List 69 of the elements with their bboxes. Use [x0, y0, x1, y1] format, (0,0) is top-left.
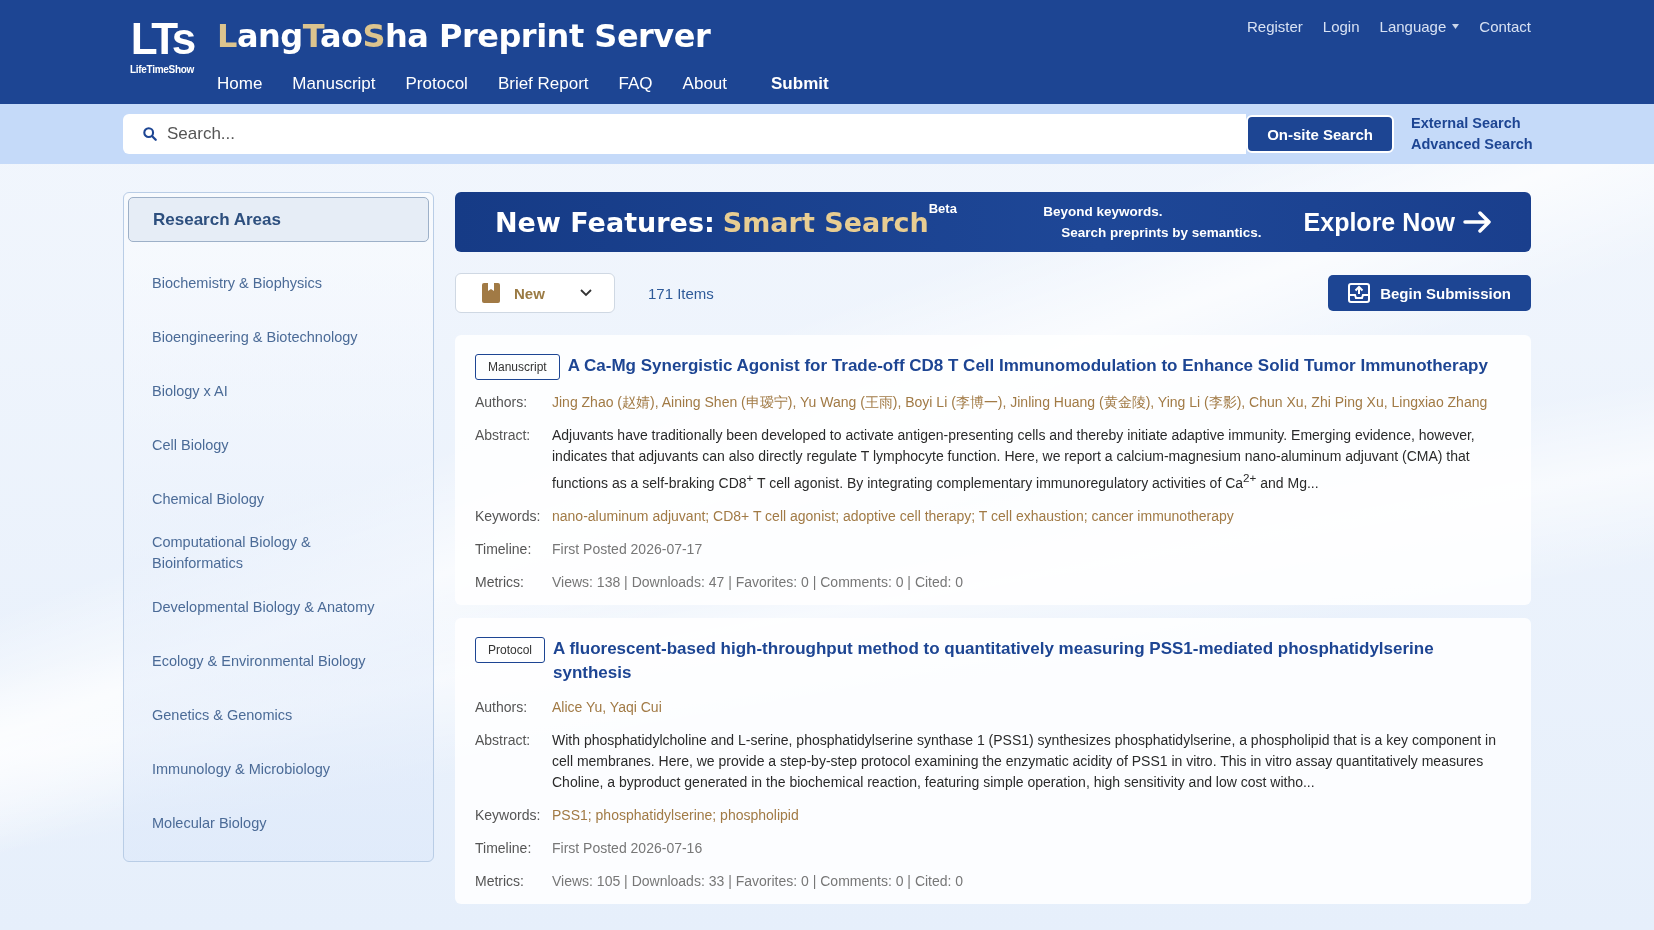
field-value: Views: 105 | Downloads: 33 | Favorites: 0 | Comments: 0 | Cited: 0: [552, 871, 965, 891]
nav-link[interactable]: Manuscript: [292, 74, 376, 94]
field-value: Adjuvants have traditionally been developed to activate antigen-presenting cells and thereby initiate adaptive immunity. Emerging evidence, however, indicates that adjuvants can also directly regulate T lymphocyte function. Here, we report a calcium-magnesium nano-aluminum adjuvant (CMA) that functions as a self-braking CD8$^{+}$ T cell agonist. By integrating complementary immunoregulatory activities of Ca$^{2+}$ and Mg...: [552, 426, 1476, 493]
logo-mark: LTs: [130, 17, 194, 61]
field-label: Keywords:: [475, 506, 542, 526]
field-label: Authors:: [475, 697, 529, 717]
field-label: Abstract:: [475, 426, 532, 445]
search-link[interactable]: Advanced Search: [1411, 134, 1531, 155]
sidebar-title: Research Areas: [128, 197, 429, 242]
field-value: Alice Yu, Yaqi Cui: [552, 697, 663, 717]
header-link[interactable]: Contact: [1479, 18, 1531, 35]
field-label: Timeline:: [475, 539, 533, 559]
search-link[interactable]: External Search: [1411, 113, 1531, 134]
logo-caption: LifeTimeShow: [130, 64, 194, 75]
sidebar-item[interactable]: Biochemistry & Biophysics: [152, 256, 397, 310]
banner-highlight: Smart Search: [722, 206, 929, 238]
explore-now-text: Explore Now: [1303, 207, 1455, 237]
field-value: First Posted 2026-07-16: [552, 838, 704, 858]
field-value: Jing Zhao (赵婧), Aining Shen (申瑷宁), Yu Wang (王雨), Boyi Li (李博一), Jinling Huang (黄金陵), Ying Li (李影), Chun Xu, Zhi Ping Xu, Lingxiao Zhang: [552, 393, 1489, 412]
beta-label: Beta: [928, 201, 957, 216]
field-value: nano-aluminum adjuvant; CD8+ T cell agonist; adoptive cell therapy; T cell exhaustion; cancer immunotherapy: [552, 506, 1235, 526]
begin-submission-button[interactable]: Begin Submission: [1328, 275, 1531, 311]
sidebar-item[interactable]: Biology x AI: [152, 364, 397, 418]
field-label: Metrics:: [475, 871, 525, 891]
sidebar-item[interactable]: Cell Biology: [152, 418, 397, 472]
sidebar-item[interactable]: Computational Biology & Bioinformatics: [152, 526, 397, 580]
article-title[interactable]: A fluorescent-based high-throughput method to quantitatively measuring PSS1-mediated phosphatidylserine synthesis: [553, 636, 1511, 685]
sort-dropdown[interactable]: New: [455, 273, 615, 313]
on-site-search-button[interactable]: On-site Search: [1246, 115, 1394, 153]
chevron-down-icon: [580, 289, 592, 297]
sidebar-item[interactable]: Ecology & Environmental Biology: [152, 634, 397, 688]
article-title[interactable]: A Ca-Mg Synergistic Agonist for Trade-off CD8 T Cell Immunomodulation to Enhance Solid Tumor Immunotherapy: [567, 354, 1488, 378]
sidebar-item[interactable]: Developmental Biology & Anatomy: [152, 580, 397, 634]
field-value: Views: 138 | Downloads: 47 | Favorites: 0 | Comments: 0 | Cited: 0: [552, 572, 965, 592]
sidebar-item[interactable]: Chemical Biology: [152, 472, 397, 526]
sidebar-item[interactable]: Genetics & Genomics: [152, 688, 397, 742]
field-label: Metrics:: [475, 572, 525, 592]
nav-link[interactable]: About: [682, 74, 728, 94]
field-label: Timeline:: [475, 838, 533, 858]
nav-link[interactable]: Brief Report: [497, 74, 589, 94]
search-icon: [143, 127, 157, 141]
nav-link[interactable]: Submit: [771, 74, 829, 94]
banner-tagline: Search preprints by semantics.: [1060, 224, 1262, 242]
header-link[interactable]: Login: [1322, 18, 1360, 35]
sidebar-item[interactable]: Molecular Biology: [152, 796, 397, 850]
language-dropdown[interactable]: Language: [1379, 18, 1460, 35]
arrow-icon: [1463, 211, 1493, 233]
nav-link[interactable]: Protocol: [405, 74, 468, 94]
site-title: LangTaoSha Preprint Server: [217, 17, 712, 55]
item-count: 171 Items: [648, 284, 714, 302]
type-tag: Protocol: [475, 636, 546, 663]
banner-headline: New Features:: [495, 206, 715, 238]
field-label: Abstract:: [475, 730, 532, 750]
field-value: First Posted 2026-07-17: [552, 539, 704, 559]
caret-icon: [1452, 24, 1460, 29]
type-tag: Manuscript: [475, 354, 560, 380]
field-value: PSS1; phosphatidylserine; phospholipid: [552, 805, 800, 825]
search-field[interactable]: Search...: [123, 114, 1247, 154]
inbox-upload-icon: [1348, 283, 1371, 303]
sidebar-item[interactable]: Bioengineering & Biotechnology: [152, 310, 397, 364]
banner-tagline: Beyond keywords.: [1043, 203, 1164, 221]
field-label: Keywords:: [475, 805, 542, 825]
field-value: With phosphatidylcholine and L-serine, phosphatidylserine synthase 1 (PSS1) synthesizes phosphatidylserine, a phospholipid that is a key component in cell membranes. Here, we provide a step-by-step protocol examining the enzymatic acidity of PSS1 in vitro. This in vitro assay quantitatively measures Choline, a byproduct generated in the biochemical reaction, featuring simple operation, high sensitivity and low cost witho...: [552, 730, 1497, 792]
header-link[interactable]: Register: [1247, 18, 1303, 35]
bookmark-icon: [482, 283, 500, 303]
nav-link[interactable]: FAQ: [618, 74, 653, 94]
sidebar-item[interactable]: Immunology & Microbiology: [152, 742, 397, 796]
nav-link[interactable]: Home: [217, 74, 263, 94]
field-label: Authors:: [475, 393, 529, 412]
